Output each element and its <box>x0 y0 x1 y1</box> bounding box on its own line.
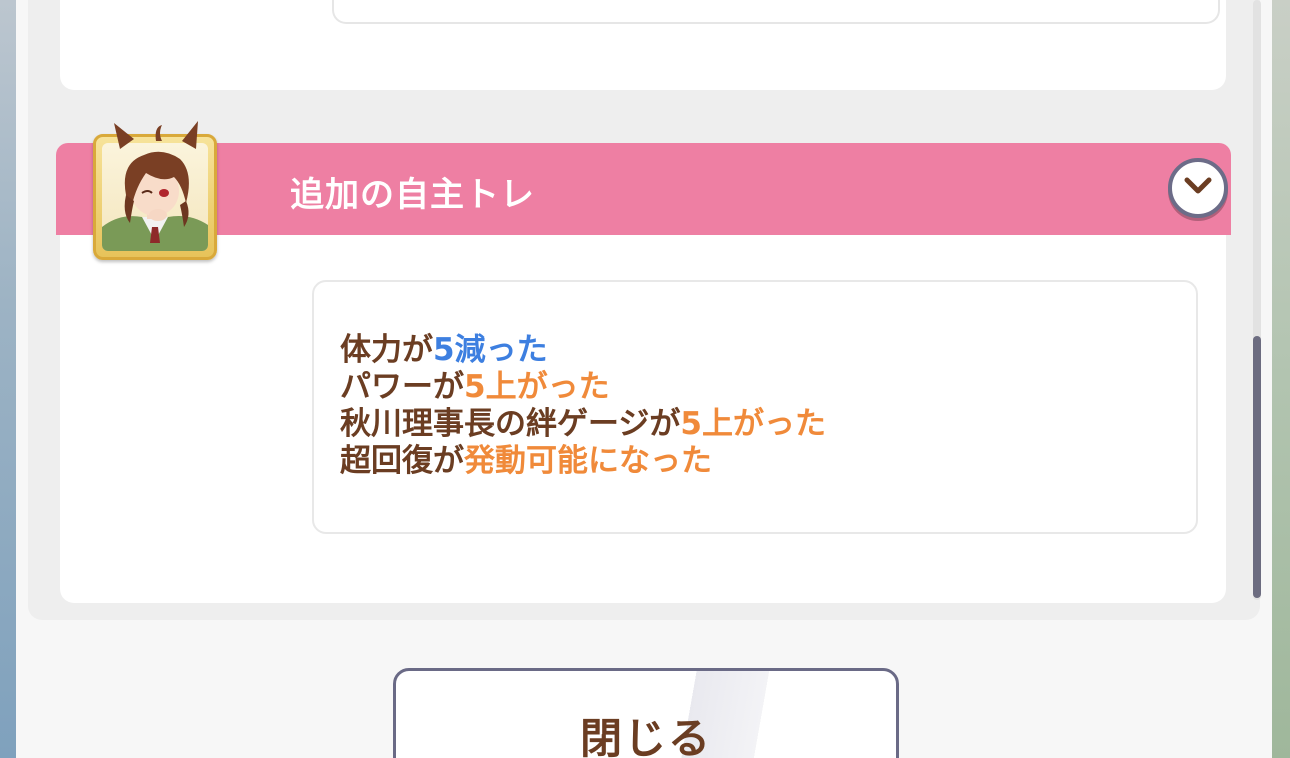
previous-event-result-box <box>332 0 1220 24</box>
result-prefix: 秋川理事長の絆ゲージが <box>340 406 681 442</box>
result-value: 5上がった <box>464 369 610 405</box>
scrollbar-thumb[interactable] <box>1253 336 1261 598</box>
result-line-bond: 秋川理事長の絆ゲージが5上がった <box>340 406 826 443</box>
previous-event-card <box>60 0 1226 90</box>
result-line-stamina: 体力が5減った <box>340 332 826 369</box>
ears-icon <box>114 121 198 149</box>
background-right-edge <box>1272 0 1290 758</box>
background-left-edge <box>0 0 16 758</box>
close-button[interactable]: 閉じる <box>393 668 899 758</box>
character-portrait <box>93 121 217 260</box>
event-log-scroll-panel[interactable]: 追加の自主トレ 体力が5減った パワーが5上がった 秋川理事長の絆ゲージが5上が… <box>28 0 1261 620</box>
result-line-recovery: 超回復が発動可能になった <box>340 443 826 480</box>
event-header <box>56 143 1231 235</box>
result-prefix: 体力が <box>340 332 433 368</box>
result-value: 5減った <box>433 332 548 368</box>
result-prefix: 超回復が <box>340 443 464 479</box>
result-value: 発動可能になった <box>464 443 712 479</box>
chevron-down-icon <box>1184 177 1212 194</box>
close-button-label: 閉じる <box>579 714 712 758</box>
event-title: 追加の自主トレ <box>290 175 535 215</box>
event-log-dialog: 追加の自主トレ 体力が5減った パワーが5上がった 秋川理事長の絆ゲージが5上が… <box>16 0 1272 758</box>
result-value: 5上がった <box>680 406 826 442</box>
result-prefix: パワーが <box>340 369 464 405</box>
event-result-list: 体力が5減った パワーが5上がった 秋川理事長の絆ゲージが5上がった 超回復が発… <box>340 332 826 480</box>
result-line-power: パワーが5上がった <box>340 369 826 406</box>
character-portrait-icon <box>102 143 208 251</box>
expand-button[interactable] <box>1168 158 1228 218</box>
